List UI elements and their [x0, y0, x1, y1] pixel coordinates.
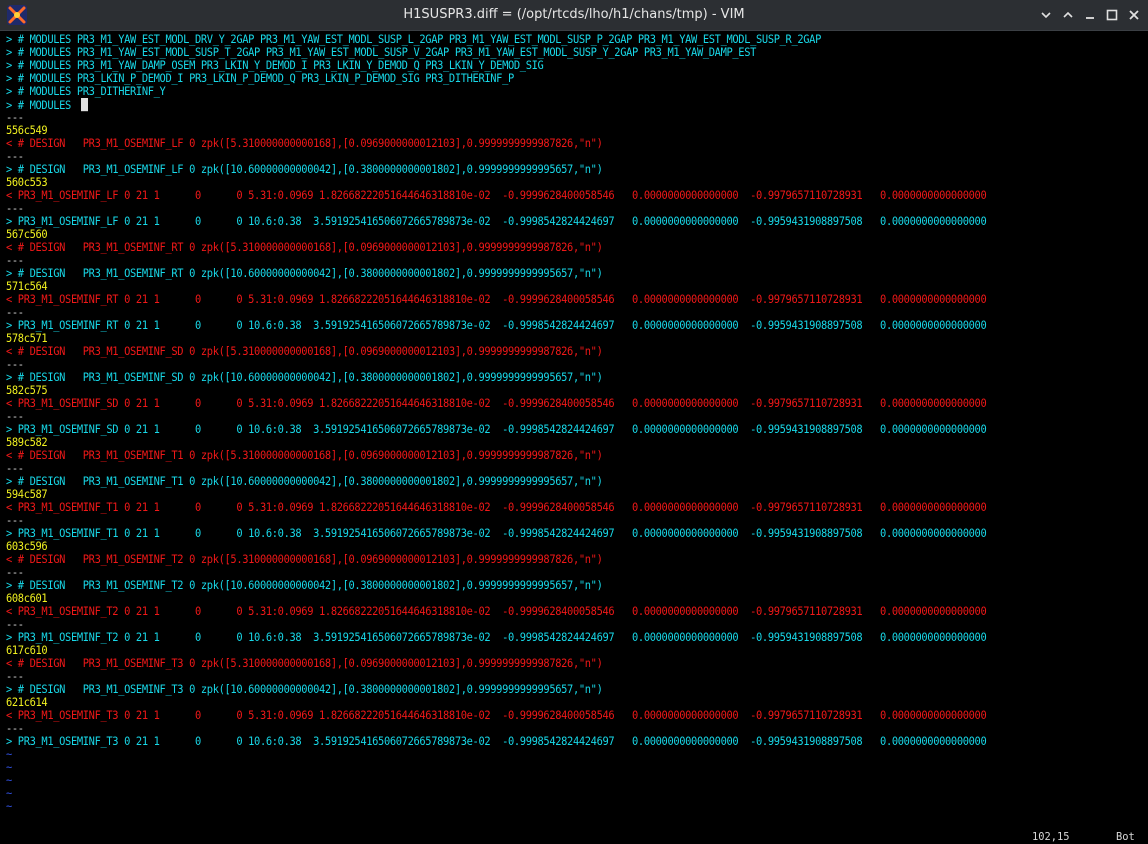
diff-removed-line: < PR3_M1_OSEMINF_RT 0 21 1 0 0 5.31:0.09… [6, 293, 987, 307]
line-text: < PR3_M1_OSEMINF_SD 0 21 1 0 0 5.31:0.09… [6, 397, 987, 411]
line-text: > # DESIGN PR3_M1_OSEMINF_LF 0 zpk([10.6… [6, 163, 603, 177]
line-text: < PR3_M1_OSEMINF_T2 0 21 1 0 0 5.31:0.09… [6, 605, 987, 619]
line-text: --- [6, 722, 24, 736]
line-text: < # DESIGN PR3_M1_OSEMINF_RT 0 zpk([5.31… [6, 241, 603, 255]
line-text: > PR3_M1_OSEMINF_RT 0 21 1 0 0 10.6:0.38… [6, 319, 987, 333]
line-text: 567c560 [6, 228, 48, 242]
diff-added-line: > PR3_M1_OSEMINF_T1 0 21 1 0 0 10.6:0.38… [6, 527, 987, 541]
diff-added-line: > PR3_M1_OSEMINF_RT 0 21 1 0 0 10.6:0.38… [6, 319, 987, 333]
vim-editor-buffer[interactable]: > # MODULES PR3_M1_YAW_EST_MODL_DRV_Y_2G… [0, 31, 1148, 843]
line-text: 556c549 [6, 124, 48, 138]
line-text: < PR3_M1_OSEMINF_RT 0 21 1 0 0 5.31:0.09… [6, 293, 987, 307]
line-text: --- [6, 410, 24, 424]
line-text: > PR3_M1_OSEMINF_T1 0 21 1 0 0 10.6:0.38… [6, 527, 987, 541]
line-text: 617c610 [6, 644, 48, 658]
line-text: --- [6, 358, 24, 372]
scroll-indicator: Bot [1116, 831, 1135, 843]
line-text: --- [6, 111, 24, 125]
line-text: > # DESIGN PR3_M1_OSEMINF_SD 0 zpk([10.6… [6, 371, 603, 385]
diff-removed-line: < PR3_M1_OSEMINF_LF 0 21 1 0 0 5.31:0.09… [6, 189, 987, 203]
line-text: < # DESIGN PR3_M1_OSEMINF_SD 0 zpk([5.31… [6, 345, 603, 359]
line-text: > # DESIGN PR3_M1_OSEMINF_T3 0 zpk([10.6… [6, 683, 603, 697]
diff-added-line: > # DESIGN PR3_M1_OSEMINF_LF 0 zpk([10.6… [6, 163, 603, 177]
line-text: 603c596 [6, 540, 48, 554]
line-text: --- [6, 566, 24, 580]
line-text: 608c601 [6, 592, 48, 606]
diff-added-line: > PR3_M1_OSEMINF_SD 0 21 1 0 0 10.6:0.38… [6, 423, 987, 437]
diff-added-line: > PR3_M1_OSEMINF_T2 0 21 1 0 0 10.6:0.38… [6, 631, 987, 645]
diff-removed-line: < PR3_M1_OSEMINF_T1 0 21 1 0 0 5.31:0.09… [6, 501, 987, 515]
line-text: --- [6, 150, 24, 164]
line-text: > # MODULES PR3_LKIN_P_DEMOD_I PR3_LKIN_… [6, 72, 514, 86]
line-text: > PR3_M1_OSEMINF_SD 0 21 1 0 0 10.6:0.38… [6, 423, 987, 437]
line-text: --- [6, 462, 24, 476]
empty-line-marker: ~ [6, 800, 12, 814]
line-text: > # DESIGN PR3_M1_OSEMINF_T1 0 zpk([10.6… [6, 475, 603, 489]
text-cursor [80, 98, 88, 112]
line-text: < PR3_M1_OSEMINF_LF 0 21 1 0 0 5.31:0.09… [6, 189, 987, 203]
line-text: > # MODULES PR3_DITHERINF_Y [6, 85, 166, 99]
line-text: ~ [6, 800, 12, 814]
line-text: < PR3_M1_OSEMINF_T1 0 21 1 0 0 5.31:0.09… [6, 501, 987, 515]
chevron-up-icon[interactable] [1060, 7, 1076, 23]
cursor-position: 102,15 [1032, 831, 1070, 843]
minimize-icon[interactable] [1082, 7, 1098, 23]
line-text: > # MODULES PR3_M1_YAW_DAMP_OSEM PR3_LKI… [6, 59, 544, 73]
diff-removed-line: < PR3_M1_OSEMINF_T3 0 21 1 0 0 5.31:0.09… [6, 709, 987, 723]
diff-removed-line: < # DESIGN PR3_M1_OSEMINF_T1 0 zpk([5.31… [6, 449, 603, 463]
line-text: > PR3_M1_OSEMINF_T3 0 21 1 0 0 10.6:0.38… [6, 735, 987, 749]
line-text: 594c587 [6, 488, 48, 502]
line-text: 578c571 [6, 332, 48, 346]
window-title: H1SUSPR3.diff = (/opt/rtcds/lho/h1/chans… [403, 7, 745, 22]
line-text: ~ [6, 787, 12, 801]
line-text: 571c564 [6, 280, 48, 294]
line-text: ~ [6, 748, 12, 762]
diff-removed-line: < # DESIGN PR3_M1_OSEMINF_LF 0 zpk([5.31… [6, 137, 603, 151]
maximize-icon[interactable] [1104, 7, 1120, 23]
line-text: > # MODULES PR3_M1_YAW_EST_MODL_SUSP_T_2… [6, 46, 757, 60]
line-text: < # DESIGN PR3_M1_OSEMINF_T2 0 zpk([5.31… [6, 553, 603, 567]
diff-added-line: > # DESIGN PR3_M1_OSEMINF_T2 0 zpk([10.6… [6, 579, 603, 593]
diff-removed-line: < # DESIGN PR3_M1_OSEMINF_SD 0 zpk([5.31… [6, 345, 603, 359]
line-text: --- [6, 254, 24, 268]
line-text: > PR3_M1_OSEMINF_LF 0 21 1 0 0 10.6:0.38… [6, 215, 987, 229]
diff-added-line: > # DESIGN PR3_M1_OSEMINF_SD 0 zpk([10.6… [6, 371, 603, 385]
line-text: < # DESIGN PR3_M1_OSEMINF_T3 0 zpk([5.31… [6, 657, 603, 671]
line-text: ~ [6, 761, 12, 775]
line-text: < # DESIGN PR3_M1_OSEMINF_T1 0 zpk([5.31… [6, 449, 603, 463]
line-text: > # DESIGN PR3_M1_OSEMINF_RT 0 zpk([10.6… [6, 267, 603, 281]
diff-removed-line: < # DESIGN PR3_M1_OSEMINF_T2 0 zpk([5.31… [6, 553, 603, 567]
close-icon[interactable] [1126, 7, 1142, 23]
line-text: ~ [6, 774, 12, 788]
line-text: 621c614 [6, 696, 48, 710]
line-text: < PR3_M1_OSEMINF_T3 0 21 1 0 0 5.31:0.09… [6, 709, 987, 723]
line-text: --- [6, 202, 24, 216]
line-text: --- [6, 306, 24, 320]
diff-added-line: > # DESIGN PR3_M1_OSEMINF_RT 0 zpk([10.6… [6, 267, 603, 281]
line-text: --- [6, 618, 24, 632]
line-text: 582c575 [6, 384, 48, 398]
diff-removed-line: < PR3_M1_OSEMINF_SD 0 21 1 0 0 5.31:0.09… [6, 397, 987, 411]
line-text: 589c582 [6, 436, 48, 450]
line-text: --- [6, 670, 24, 684]
diff-added-line: > PR3_M1_OSEMINF_T3 0 21 1 0 0 10.6:0.38… [6, 735, 987, 749]
line-text: 560c553 [6, 176, 48, 190]
line-text: --- [6, 514, 24, 528]
line-text: > PR3_M1_OSEMINF_T2 0 21 1 0 0 10.6:0.38… [6, 631, 987, 645]
diff-removed-line: < # DESIGN PR3_M1_OSEMINF_T3 0 zpk([5.31… [6, 657, 603, 671]
line-text: < # DESIGN PR3_M1_OSEMINF_LF 0 zpk([5.31… [6, 137, 603, 151]
diff-removed-line: < # DESIGN PR3_M1_OSEMINF_RT 0 zpk([5.31… [6, 241, 603, 255]
chevron-down-icon[interactable] [1038, 7, 1054, 23]
diff-added-line: > PR3_M1_OSEMINF_LF 0 21 1 0 0 10.6:0.38… [6, 215, 987, 229]
diff-removed-line: < PR3_M1_OSEMINF_T2 0 21 1 0 0 5.31:0.09… [6, 605, 987, 619]
line-text: > # MODULES PR3_M1_YAW_EST_MODL_DRV_Y_2G… [6, 33, 821, 47]
window-titlebar[interactable]: H1SUSPR3.diff = (/opt/rtcds/lho/h1/chans… [0, 0, 1148, 31]
diff-added-line: > # DESIGN PR3_M1_OSEMINF_T3 0 zpk([10.6… [6, 683, 603, 697]
diff-added-line: > # DESIGN PR3_M1_OSEMINF_T1 0 zpk([10.6… [6, 475, 603, 489]
line-text: > # DESIGN PR3_M1_OSEMINF_T2 0 zpk([10.6… [6, 579, 603, 593]
